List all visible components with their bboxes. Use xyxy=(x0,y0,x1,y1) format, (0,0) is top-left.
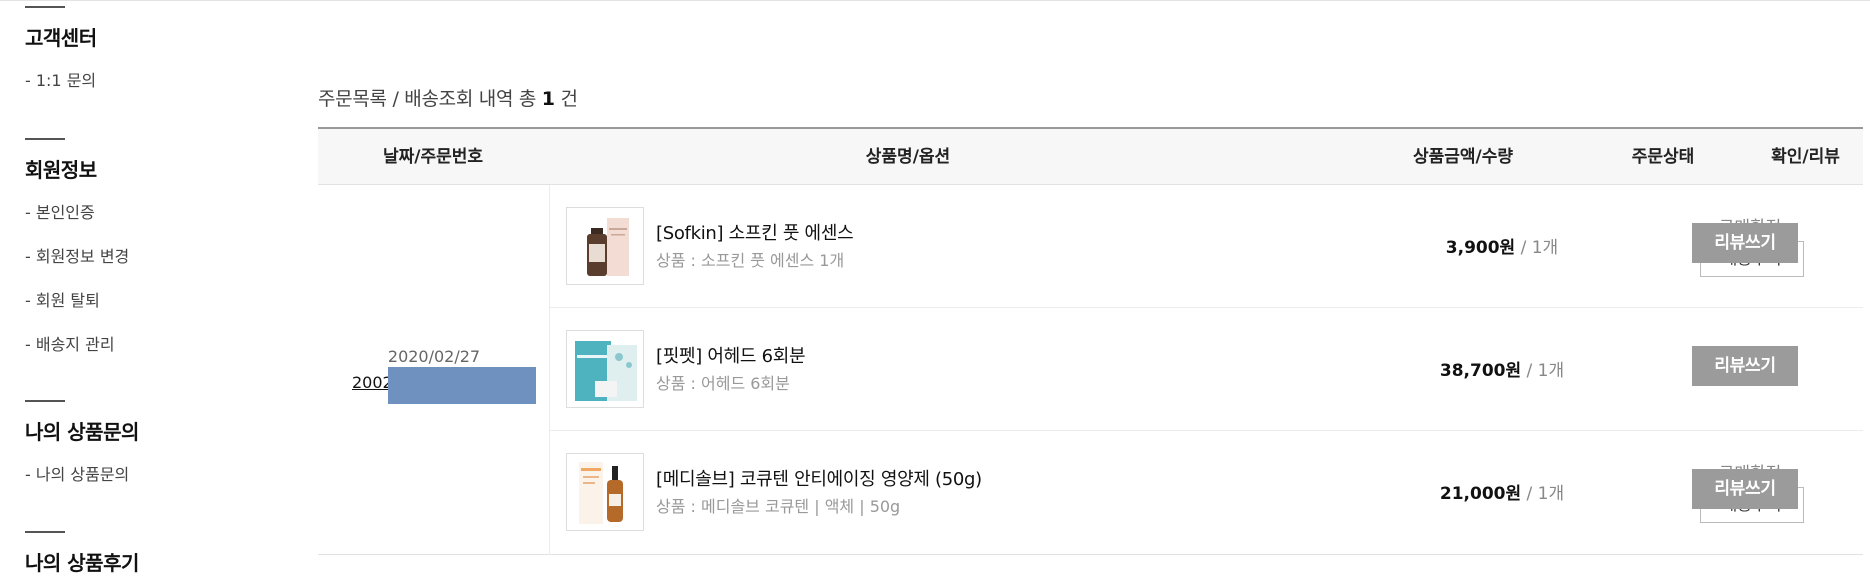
sidebar-item-1on1-inquiry[interactable]: - 1:1 문의 xyxy=(25,71,97,115)
sidebar-group-product-review: 나의 상품후기 xyxy=(25,531,139,576)
sidebar-group-title: 나의 상품문의 xyxy=(25,420,139,444)
sidebar-group-customer-center: 고객센터 - 1:1 문의 xyxy=(25,6,97,115)
table-row: [Sofkin] 소프킨 풋 에센스 상품 : 소프킨 풋 에센스 1개 3,9… xyxy=(550,185,1863,307)
product-option: 상품 : 어헤드 6회분 xyxy=(656,374,790,393)
write-review-button[interactable]: 리뷰쓰기 xyxy=(1692,223,1798,263)
price-amount: 21,000원 xyxy=(1439,484,1522,504)
header-product-option: 상품명/옵션 xyxy=(865,147,951,167)
product-price: 3,900원 / 1개 xyxy=(1372,233,1632,258)
header-price-qty: 상품금액/수량 xyxy=(1412,147,1514,167)
group-divider xyxy=(25,400,65,402)
product-thumbnail[interactable] xyxy=(566,453,644,531)
write-review-button[interactable]: 리뷰쓰기 xyxy=(1692,346,1798,386)
product-name[interactable]: [메디솔브] 코큐텐 안티에이징 영양제 (50g) xyxy=(656,465,982,491)
order-table: 날짜/주문번호 상품명/옵션 상품금액/수량 주문상태 확인/리뷰 2020/0… xyxy=(318,127,1863,555)
sidebar-item-withdraw[interactable]: - 회원 탈퇴 xyxy=(25,291,129,335)
product-name[interactable]: [핏펫] 어헤드 6회분 xyxy=(656,342,806,368)
product-price: 38,700원 / 1개 xyxy=(1372,356,1632,381)
header-confirm-review: 확인/리뷰 xyxy=(1771,147,1840,167)
sidebar-group-title: 고객센터 xyxy=(25,26,97,50)
sidebar-group-product-inquiry: 나의 상품문의 - 나의 상품문의 xyxy=(25,400,139,509)
summary-suffix: 건 xyxy=(554,88,578,110)
sidebar-item-my-product-inquiry[interactable]: - 나의 상품문의 xyxy=(25,465,139,509)
sidebar-group-title: 나의 상품후기 xyxy=(25,551,139,575)
quantity: / 1개 xyxy=(1521,361,1565,381)
order-count: 1 xyxy=(541,88,555,110)
group-divider xyxy=(25,531,65,533)
table-row: [메디솔브] 코큐텐 안티에이징 영양제 (50g) 상품 : 메디솔브 코큐텐… xyxy=(550,431,1863,553)
table-body: 2020/02/27 2002 [Sofkin] 소프킨 풋 에센스 상품 : … xyxy=(318,185,1863,555)
table-row: [핏펫] 어헤드 6회분 상품 : 어헤드 6회분 38,700원 / 1개 상… xyxy=(550,308,1863,430)
quantity: / 1개 xyxy=(1515,238,1559,258)
sidebar-item-identity-verification[interactable]: - 본인인증 xyxy=(25,203,129,247)
order-summary: 주문목록 / 배송조회 내역 총 1 건 xyxy=(318,84,578,111)
price-amount: 38,700원 xyxy=(1439,361,1522,381)
product-thumbnail[interactable] xyxy=(566,207,644,285)
sidebar: 고객센터 - 1:1 문의 회원정보 - 본인인증 - 회원정보 변경 - 회원… xyxy=(25,0,275,585)
redaction-block xyxy=(388,367,536,404)
product-thumbnail[interactable] xyxy=(566,330,644,408)
top-divider xyxy=(0,0,1870,1)
sidebar-group-title: 회원정보 xyxy=(25,158,97,182)
order-date-cell: 2020/02/27 2002 xyxy=(318,185,550,555)
product-option: 상품 : 메디솔브 코큐텐 | 액체 | 50g xyxy=(656,497,901,516)
sidebar-item-edit-member-info[interactable]: - 회원정보 변경 xyxy=(25,247,129,291)
product-price: 21,000원 / 1개 xyxy=(1372,479,1632,504)
order-number-link[interactable]: 2002 xyxy=(352,373,393,392)
header-date-order-no: 날짜/주문번호 xyxy=(382,147,484,167)
sidebar-item-address-book[interactable]: - 배송지 관리 xyxy=(25,335,129,379)
header-order-status: 주문상태 xyxy=(1631,147,1695,167)
order-date: 2020/02/27 xyxy=(387,347,481,366)
group-divider xyxy=(25,138,65,140)
sidebar-group-member-info: 회원정보 - 본인인증 - 회원정보 변경 - 회원 탈퇴 - 배송지 관리 xyxy=(25,138,129,379)
table-header: 날짜/주문번호 상품명/옵션 상품금액/수량 주문상태 확인/리뷰 xyxy=(318,127,1863,185)
price-amount: 3,900원 xyxy=(1445,238,1516,258)
product-option: 상품 : 소프킨 풋 에센스 1개 xyxy=(656,251,845,270)
write-review-button[interactable]: 리뷰쓰기 xyxy=(1692,469,1798,509)
summary-prefix: 주문목록 / 배송조회 내역 총 xyxy=(318,88,542,110)
quantity: / 1개 xyxy=(1521,484,1565,504)
product-name[interactable]: [Sofkin] 소프킨 풋 에센스 xyxy=(656,219,854,245)
group-divider xyxy=(25,6,65,8)
